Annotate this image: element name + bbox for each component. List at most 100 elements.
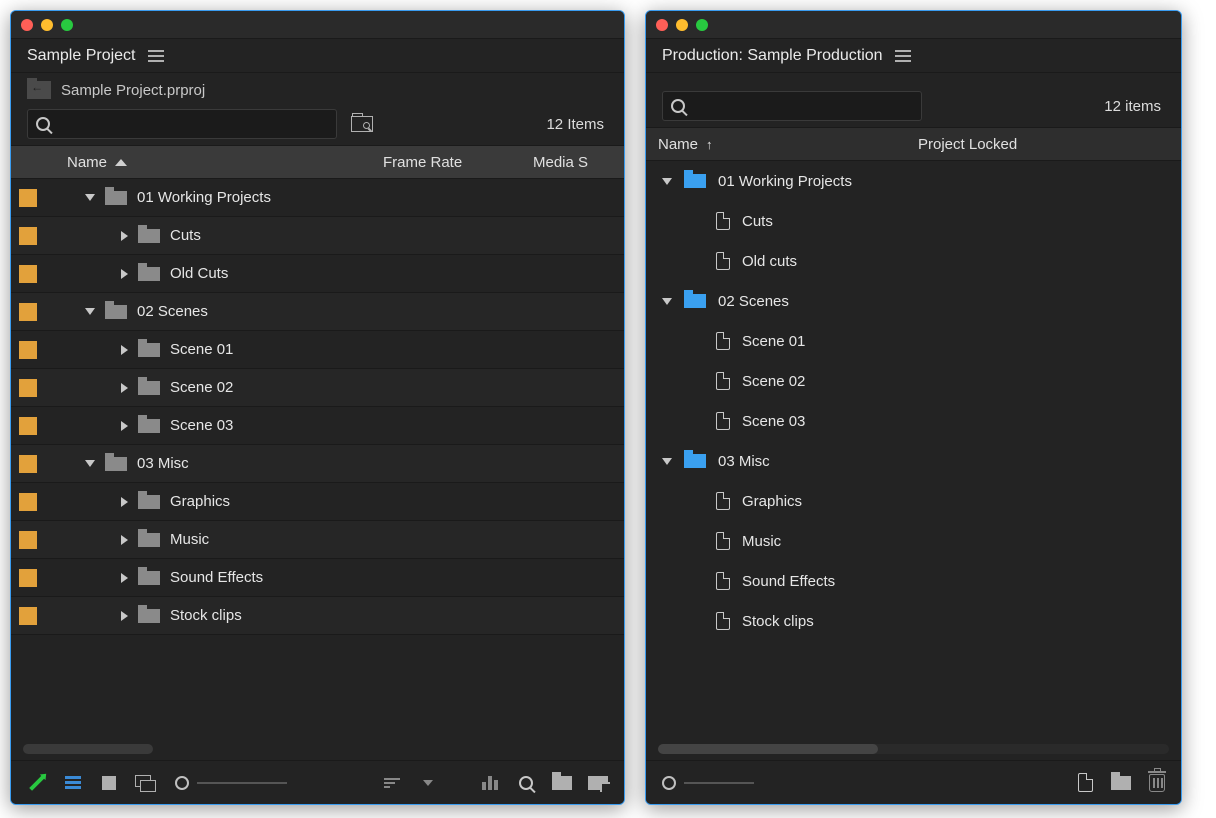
trash-button[interactable] bbox=[1149, 774, 1165, 792]
list-row[interactable]: 01 Working Projects bbox=[646, 161, 1181, 201]
search-input[interactable] bbox=[56, 116, 328, 132]
list-row[interactable]: 01 Working Projects bbox=[11, 179, 624, 217]
list-row[interactable]: Graphics bbox=[11, 483, 624, 521]
chevron-right-icon[interactable] bbox=[121, 573, 128, 583]
list-row[interactable]: Scene 01 bbox=[11, 331, 624, 369]
list-row[interactable]: Cuts bbox=[646, 201, 1181, 241]
list-row[interactable]: Scene 03 bbox=[11, 407, 624, 445]
find-button[interactable] bbox=[516, 775, 536, 791]
label-swatch[interactable] bbox=[11, 455, 45, 473]
list-row[interactable]: Music bbox=[646, 521, 1181, 561]
new-bin-button[interactable] bbox=[552, 775, 572, 791]
production-item-list[interactable]: 01 Working ProjectsCutsOld cuts02 Scenes… bbox=[646, 161, 1181, 760]
panel-menu-icon[interactable] bbox=[148, 50, 164, 62]
chevron-right-icon[interactable] bbox=[121, 345, 128, 355]
search-input-wrapper[interactable] bbox=[662, 91, 922, 121]
list-row[interactable]: Stock clips bbox=[11, 597, 624, 635]
column-frame-rate[interactable]: Frame Rate bbox=[383, 154, 533, 171]
window-close-button[interactable] bbox=[656, 19, 668, 31]
project-bin-icon[interactable] bbox=[27, 81, 51, 99]
row-label: Graphics bbox=[170, 493, 230, 510]
list-row[interactable]: Cuts bbox=[11, 217, 624, 255]
list-row[interactable]: Old cuts bbox=[646, 241, 1181, 281]
new-item-button[interactable] bbox=[588, 775, 608, 791]
label-swatch[interactable] bbox=[11, 569, 45, 587]
item-count: 12 items bbox=[1104, 98, 1165, 115]
find-in-bin-button[interactable] bbox=[351, 116, 373, 132]
window-close-button[interactable] bbox=[21, 19, 33, 31]
row-label: 02 Scenes bbox=[137, 303, 208, 320]
list-row[interactable]: 02 Scenes bbox=[11, 293, 624, 331]
column-project-locked[interactable]: Project Locked bbox=[918, 136, 1181, 153]
list-row[interactable]: 03 Misc bbox=[646, 441, 1181, 481]
chevron-right-icon[interactable] bbox=[121, 383, 128, 393]
chevron-right-icon[interactable] bbox=[121, 535, 128, 545]
list-row[interactable]: Sound Effects bbox=[646, 561, 1181, 601]
row-label: 01 Working Projects bbox=[137, 189, 271, 206]
chevron-down-icon[interactable] bbox=[662, 178, 672, 185]
horizontal-scrollbar[interactable] bbox=[658, 744, 1169, 754]
window-maximize-button[interactable] bbox=[61, 19, 73, 31]
project-item-list[interactable]: 01 Working Projects CutsOld Cuts 02 Scenes… bbox=[11, 179, 624, 760]
chevron-right-icon[interactable] bbox=[121, 421, 128, 431]
label-swatch[interactable] bbox=[11, 341, 45, 359]
label-swatch[interactable] bbox=[11, 265, 45, 283]
list-view-button[interactable] bbox=[63, 775, 83, 791]
window-minimize-button[interactable] bbox=[676, 19, 688, 31]
row-label: Stock clips bbox=[170, 607, 242, 624]
label-swatch[interactable] bbox=[11, 531, 45, 549]
list-row[interactable]: Scene 03 bbox=[646, 401, 1181, 441]
sort-dropdown[interactable] bbox=[418, 775, 438, 791]
list-row[interactable]: Scene 02 bbox=[11, 369, 624, 407]
new-folder-button[interactable] bbox=[1111, 776, 1131, 790]
chevron-right-icon[interactable] bbox=[121, 497, 128, 507]
freeform-view-button[interactable] bbox=[135, 775, 155, 791]
label-swatch[interactable] bbox=[11, 493, 45, 511]
sort-button[interactable] bbox=[382, 775, 402, 791]
chevron-down-icon[interactable] bbox=[662, 298, 672, 305]
panel-tab[interactable]: Sample Project bbox=[11, 39, 624, 73]
list-row[interactable]: Old Cuts bbox=[11, 255, 624, 293]
label-swatch[interactable] bbox=[11, 417, 45, 435]
chevron-down-icon[interactable] bbox=[85, 460, 95, 467]
label-swatch[interactable] bbox=[11, 227, 45, 245]
zoom-slider[interactable] bbox=[662, 776, 754, 790]
search-input-wrapper[interactable] bbox=[27, 109, 337, 139]
list-row[interactable]: Sound Effects bbox=[11, 559, 624, 597]
list-row[interactable]: 03 Misc bbox=[11, 445, 624, 483]
label-swatch[interactable] bbox=[11, 379, 45, 397]
list-row[interactable]: Graphics bbox=[646, 481, 1181, 521]
list-row[interactable]: Scene 02 bbox=[646, 361, 1181, 401]
chevron-down-icon[interactable] bbox=[662, 458, 672, 465]
row-label: Music bbox=[170, 531, 209, 548]
list-row[interactable]: Stock clips bbox=[646, 601, 1181, 641]
horizontal-scrollbar[interactable] bbox=[23, 744, 153, 754]
column-name[interactable]: Name bbox=[63, 154, 383, 171]
panel-menu-icon[interactable] bbox=[895, 50, 911, 62]
window-maximize-button[interactable] bbox=[696, 19, 708, 31]
write-toggle-button[interactable] bbox=[27, 775, 47, 791]
panel-tab[interactable]: Production: Sample Production bbox=[646, 39, 1181, 73]
column-media-start[interactable]: Media S bbox=[533, 154, 624, 171]
zoom-slider[interactable] bbox=[175, 776, 287, 790]
search-input[interactable] bbox=[691, 98, 913, 114]
chevron-down-icon[interactable] bbox=[85, 194, 95, 201]
label-swatch[interactable] bbox=[11, 607, 45, 625]
list-row[interactable]: 02 Scenes bbox=[646, 281, 1181, 321]
column-name[interactable]: Name ↑ bbox=[658, 136, 918, 153]
panel-title: Sample Project bbox=[27, 47, 136, 65]
window-minimize-button[interactable] bbox=[41, 19, 53, 31]
list-row[interactable]: Music bbox=[11, 521, 624, 559]
project-panel-window: Sample Project Sample Project.prproj 12 … bbox=[10, 10, 625, 805]
project-filename: Sample Project.prproj bbox=[61, 82, 205, 99]
new-project-button[interactable] bbox=[1078, 773, 1093, 792]
label-swatch[interactable] bbox=[11, 189, 45, 207]
chevron-right-icon[interactable] bbox=[121, 231, 128, 241]
list-row[interactable]: Scene 01 bbox=[646, 321, 1181, 361]
chevron-right-icon[interactable] bbox=[121, 269, 128, 279]
label-swatch[interactable] bbox=[11, 303, 45, 321]
chevron-down-icon[interactable] bbox=[85, 308, 95, 315]
icon-view-button[interactable] bbox=[99, 775, 119, 791]
automate-to-sequence-button[interactable] bbox=[480, 775, 500, 791]
chevron-right-icon[interactable] bbox=[121, 611, 128, 621]
